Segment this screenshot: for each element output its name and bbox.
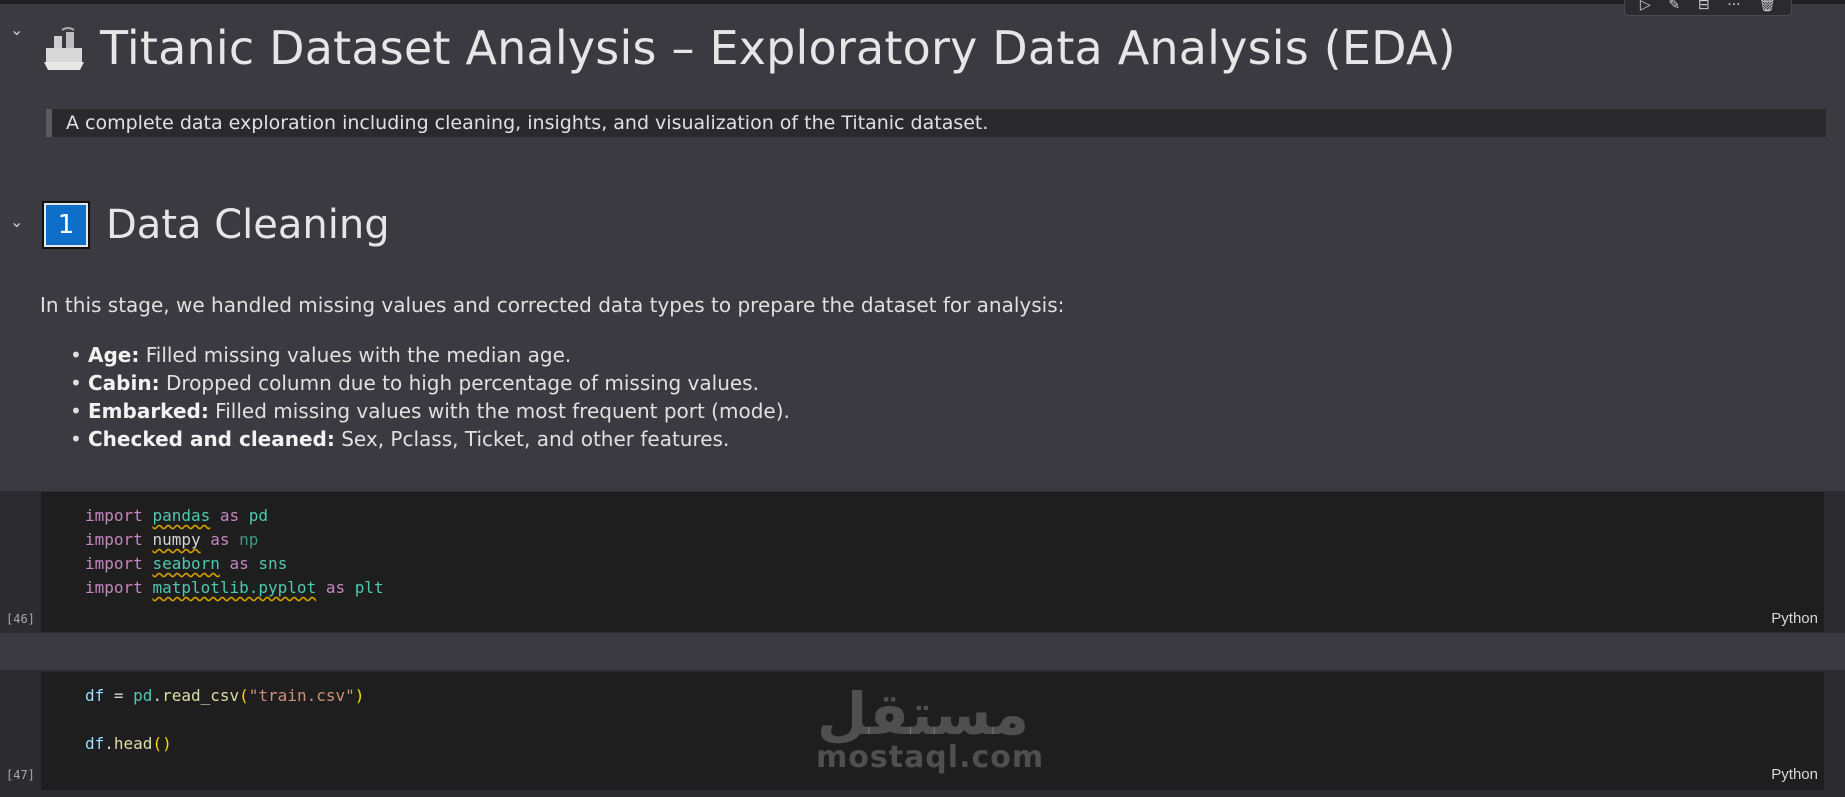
parenthesis: () — [152, 734, 172, 753]
alias: np — [239, 530, 259, 549]
delete-icon[interactable]: 🗑 — [1758, 0, 1776, 12]
module-name: numpy — [152, 530, 201, 549]
parenthesis: ) — [354, 686, 365, 705]
more-icon[interactable]: ··· — [1727, 0, 1740, 12]
string-literal: "train.csv" — [248, 686, 355, 705]
page-title: Titanic Dataset Analysis – Exploratory D… — [100, 21, 1456, 75]
section-intro: In this stage, we handled missing values… — [40, 293, 1065, 317]
execution-count: [46] — [6, 612, 35, 626]
language-label[interactable]: Python — [1771, 610, 1818, 627]
list-item-label: Checked and cleaned: — [88, 427, 335, 451]
section-collapse-chevron-icon[interactable]: ⌄ — [10, 212, 23, 231]
keyword: import — [85, 554, 143, 573]
list-item: Checked and cleaned: Sex, Pclass, Ticket… — [70, 425, 790, 453]
code-line: df.head() — [85, 734, 172, 754]
list-item-label: Cabin: — [88, 371, 160, 395]
code-cell-editor[interactable]: import pandas as pd import numpy as np i… — [40, 492, 1824, 632]
list-item-label: Embarked: — [88, 399, 209, 423]
keyword: as — [325, 578, 346, 597]
alias: sns — [258, 554, 288, 573]
keyword: import — [85, 506, 143, 525]
cell-toolbar: ▷ ✎ ⊟ ··· 🗑 — [1624, 0, 1792, 16]
section-number-badge: 1 — [42, 201, 90, 249]
list-item-text: Filled missing values with the most freq… — [208, 399, 790, 423]
section-title: Data Cleaning — [106, 202, 390, 248]
window-top-border — [0, 0, 1845, 4]
alias: pd — [248, 506, 269, 525]
run-icon[interactable]: ▷ — [1640, 0, 1651, 12]
operator: . — [104, 734, 114, 753]
list-item-text: Sex, Pclass, Ticket, and other features. — [334, 427, 730, 451]
parenthesis: ( — [239, 686, 249, 705]
function-name: head — [113, 734, 153, 753]
operator: . — [152, 686, 163, 705]
collapse-chevron-icon[interactable]: ⌄ — [10, 20, 23, 39]
execution-count: [47] — [6, 768, 35, 782]
module-name: pandas — [152, 506, 211, 525]
module-alias: pd — [133, 686, 153, 705]
alias: plt — [354, 578, 384, 597]
code-line: import seaborn as sns — [85, 554, 287, 574]
variable: df — [85, 686, 105, 705]
ship-icon — [44, 27, 84, 70]
title-heading: Titanic Dataset Analysis – Exploratory D… — [40, 18, 1456, 78]
operator: = — [104, 686, 134, 705]
cleaning-steps-list: Age: Filled missing values with the medi… — [70, 341, 790, 453]
keyword: as — [229, 554, 249, 573]
code-line: df = pd.read_csv("train.csv") — [85, 686, 364, 706]
subtitle-blockquote: A complete data exploration including cl… — [46, 109, 1826, 137]
code-line: import pandas as pd — [85, 506, 268, 526]
keyword: import — [85, 530, 143, 549]
keyword: as — [210, 530, 230, 549]
variable: df — [85, 734, 105, 753]
code-line: import numpy as np — [85, 530, 258, 550]
code-line: import matplotlib.pyplot as plt — [85, 578, 384, 598]
split-cell-icon[interactable]: ⊟ — [1698, 0, 1710, 12]
section-heading: 1 Data Cleaning — [42, 201, 390, 249]
module-name: seaborn — [152, 554, 220, 573]
list-item: Cabin: Dropped column due to high percen… — [70, 369, 790, 397]
list-item-text: Dropped column due to high percentage of… — [159, 371, 759, 395]
keyword: as — [219, 506, 240, 525]
list-item-label: Age: — [88, 343, 140, 367]
list-item: Age: Filled missing values with the medi… — [70, 341, 790, 369]
keyword: import — [85, 578, 143, 597]
language-label[interactable]: Python — [1771, 766, 1818, 783]
module-name: matplotlib.pyplot — [152, 578, 317, 597]
function-name: read_csv — [162, 686, 240, 705]
list-item-text: Filled missing values with the median ag… — [139, 343, 572, 367]
edit-icon[interactable]: ✎ — [1668, 0, 1680, 12]
code-cell-editor[interactable]: df = pd.read_csv("train.csv") df.head() … — [40, 672, 1824, 790]
list-item: Embarked: Filled missing values with the… — [70, 397, 790, 425]
